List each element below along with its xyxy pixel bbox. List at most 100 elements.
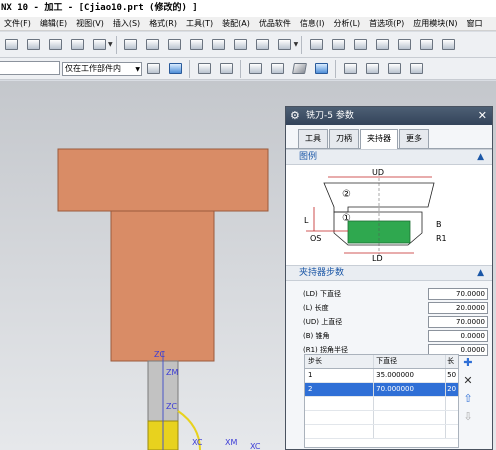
delete-step-button[interactable]: ✕ — [461, 373, 475, 387]
menu-preferences[interactable]: 首选项(P) — [365, 17, 409, 30]
tab-tool[interactable]: 工具 — [298, 129, 328, 148]
transform-icon[interactable] — [351, 37, 369, 53]
create-operation-icon[interactable] — [90, 37, 108, 53]
table-row-selected[interactable]: 2 70.000000 20 — [305, 383, 458, 397]
generate-path-icon[interactable] — [122, 37, 140, 53]
move-up-button[interactable]: ⇧ — [461, 391, 475, 405]
replay-path-icon[interactable] — [144, 37, 162, 53]
taper-angle-field[interactable]: 0.0000 — [428, 330, 488, 342]
menu-insert[interactable]: 插入(S) — [109, 17, 145, 30]
diagram-label-r1: R1 — [436, 234, 447, 243]
section-steps-title: 夹持器步数 — [299, 268, 345, 278]
shop-docs-icon[interactable] — [254, 37, 272, 53]
arc-icon[interactable] — [407, 61, 425, 77]
param-length: (L) 长度 20.0000 — [286, 301, 492, 315]
diagram-label-n2: ② — [342, 189, 351, 200]
line-icon[interactable] — [363, 61, 381, 77]
machine-icon[interactable] — [329, 37, 347, 53]
create-program-icon[interactable] — [2, 37, 20, 53]
lower-diameter-field[interactable]: 70.0000 — [428, 288, 488, 300]
toolbar-separator — [301, 35, 303, 54]
menu-edit[interactable]: 编辑(E) — [36, 17, 72, 30]
tab-more[interactable]: 更多 — [399, 129, 429, 148]
toolbar-separator — [189, 59, 190, 78]
create-geometry-icon[interactable] — [46, 37, 64, 53]
chevron-down-icon[interactable]: ▼ — [294, 41, 299, 48]
menu-info[interactable]: 信息(I) — [296, 17, 330, 30]
holder-diagram: UD ② ① L OS B R1 LD — [286, 165, 492, 265]
chevron-up-icon[interactable]: ▲ — [477, 150, 484, 165]
select-all-icon[interactable] — [144, 61, 162, 77]
close-icon[interactable]: ✕ — [478, 107, 487, 125]
object-icon[interactable] — [373, 37, 391, 53]
rectangle-select-icon[interactable] — [268, 61, 286, 77]
tab-shank[interactable]: 刀柄 — [329, 129, 359, 148]
diagram-label-l: L — [304, 216, 309, 225]
toolbar-separator — [240, 59, 241, 78]
dialog-title: 铣刀-5 参数 — [306, 111, 354, 121]
snap-grid-icon[interactable] — [341, 61, 359, 77]
length-field[interactable]: 20.0000 — [428, 302, 488, 314]
create-method-icon[interactable] — [68, 37, 86, 53]
diagram-holder-outline — [323, 182, 435, 213]
selection-scope-field[interactable]: 仅在工作部件内 ▼ — [62, 61, 142, 76]
menu-view[interactable]: 视图(V) — [72, 17, 109, 30]
output-cls-icon[interactable] — [276, 37, 294, 53]
verify-path-icon[interactable] — [188, 37, 206, 53]
chevron-down-icon[interactable]: ▼ — [135, 64, 140, 76]
tool-parameters-dialog: ⚙ 铣刀-5 参数 ✕ 工具 刀柄 夹持器 更多 图例 ▲ UD ② ① L O… — [285, 106, 493, 450]
section-diagram-title: 图例 — [299, 152, 318, 162]
curve-icon[interactable] — [385, 61, 403, 77]
hexagon-icon[interactable] — [246, 61, 264, 77]
tool-path-icon[interactable] — [417, 37, 435, 53]
holder-diagram-svg: UD ② ① L OS B R1 LD — [304, 168, 447, 263]
menu-tools[interactable]: 工具(T) — [182, 17, 218, 30]
postprocess-icon[interactable] — [232, 37, 250, 53]
column-header-length[interactable]: 长 — [446, 355, 458, 368]
menu-assembly[interactable]: 装配(A) — [218, 17, 255, 30]
label-zm: ZM — [166, 368, 178, 377]
chevron-up-icon[interactable]: ▲ — [477, 266, 484, 281]
table-actions: ✚ ✕ ⇧ ⇩ — [461, 355, 477, 427]
menu-plugin[interactable]: 优品软件 — [255, 17, 296, 30]
gear-icon[interactable]: ⚙ — [290, 107, 300, 125]
menu-application[interactable]: 应用模块(N) — [409, 17, 462, 30]
param-lower-diameter: (LD) 下直径 70.0000 — [286, 287, 492, 301]
section-steps-header[interactable]: 夹持器步数 ▲ — [286, 265, 492, 281]
diagram-label-ud: UD — [372, 168, 384, 177]
gouge-check-icon[interactable] — [439, 37, 457, 53]
move-down-button[interactable]: ⇩ — [461, 409, 475, 423]
column-header-diameter[interactable]: 下直径 — [374, 355, 447, 368]
type-filter-field[interactable] — [0, 61, 60, 75]
simulate-icon[interactable] — [210, 37, 228, 53]
toolbar-separator — [115, 35, 117, 54]
tab-holder[interactable]: 夹持器 — [360, 129, 398, 149]
menu-file[interactable]: 文件(F) — [0, 17, 36, 30]
column-header-step[interactable]: 步长 — [305, 355, 375, 368]
menu-window[interactable]: 窗口 — [462, 17, 487, 30]
chevron-down-icon[interactable]: ▼ — [108, 41, 113, 48]
display-icon[interactable] — [395, 37, 413, 53]
diagram-label-b: B — [436, 220, 442, 229]
snap-point-icon[interactable] — [166, 61, 184, 77]
param-taper-angle: (B) 锥角 0.0000 — [286, 329, 492, 343]
dialog-titlebar: ⚙ 铣刀-5 参数 ✕ — [286, 107, 492, 125]
move-handle-icon[interactable] — [195, 61, 213, 77]
table-row[interactable]: 1 35.000000 50 — [305, 369, 458, 383]
menu-bar: 文件(F) 编辑(E) 视图(V) 插入(S) 格式(R) 工具(T) 装配(A… — [0, 17, 496, 31]
rotate-icon[interactable] — [217, 61, 235, 77]
list-path-icon[interactable] — [166, 37, 184, 53]
menu-format[interactable]: 格式(R) — [145, 17, 182, 30]
section-diagram-header[interactable]: 图例 ▲ — [286, 149, 492, 165]
menu-analysis[interactable]: 分析(L) — [329, 17, 365, 30]
create-tool-icon[interactable] — [24, 37, 42, 53]
cube-view-icon[interactable] — [312, 61, 330, 77]
upper-diameter-field[interactable]: 70.0000 — [428, 316, 488, 328]
add-step-button[interactable]: ✚ — [461, 355, 475, 369]
holder-steps-table: 步长 下直径 长 1 35.000000 50 2 70.000000 20 — [304, 354, 459, 448]
shaded-view-icon[interactable] — [290, 61, 308, 77]
feed-rate-icon[interactable] — [307, 37, 325, 53]
label-zc: ZC — [154, 350, 165, 359]
diagram-label-ld: LD — [372, 254, 383, 263]
dialog-tabs: 工具 刀柄 夹持器 更多 — [286, 129, 492, 149]
